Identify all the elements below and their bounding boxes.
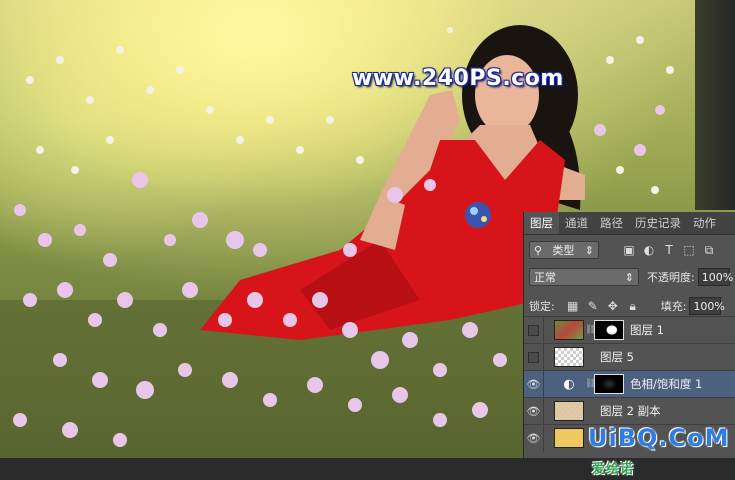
layer-filter-label: 类型	[552, 244, 575, 257]
visibility-toggle[interactable]: 👁︎	[524, 370, 544, 398]
layer-filter-select[interactable]: ⚲ 类型 ⇕	[529, 241, 599, 259]
blend-mode-select[interactable]: 正常 ⇕	[529, 268, 639, 286]
hue-saturation-adjustment-icon: ◐	[563, 376, 575, 392]
link-icon: ⛓	[585, 379, 597, 389]
blend-row: 正常 ⇕ 不透明度: 100%	[524, 267, 735, 287]
lock-label: 锁定:	[529, 300, 555, 313]
layers-panel: 图层 通道 路径 历史记录 动作 ⚲ 类型 ⇕ ▣ ◐ T ⬚ ⧉ 正常 ⇕ 不…	[523, 212, 735, 458]
layer-thumbnail	[554, 347, 584, 367]
lock-row: 锁定: ▦ ✎ ✥ 🔒︎ 填充: 100%	[524, 296, 735, 316]
visibility-toggle[interactable]: 👁︎	[524, 424, 544, 452]
lock-transparent-icon[interactable]: ▦	[565, 298, 581, 314]
visibility-toggle[interactable]	[524, 316, 544, 344]
updown-icon: ⇕	[584, 243, 594, 257]
eye-icon: 👁︎	[526, 431, 541, 445]
panel-tabs: 图层 通道 路径 历史记录 动作	[524, 212, 735, 235]
layer-row[interactable]: ⛓ 图层 1	[524, 316, 735, 344]
layer-thumbnail	[554, 320, 584, 340]
visibility-toggle[interactable]: 👁︎	[524, 397, 544, 425]
smart-object-filter-icon[interactable]: ⧉	[701, 242, 717, 258]
updown-icon: ⇕	[624, 270, 634, 284]
layer-row[interactable]: 图层 5	[524, 343, 735, 371]
opacity-label: 不透明度:	[647, 271, 695, 284]
lock-all-icon[interactable]: 🔒︎	[625, 298, 641, 314]
shape-filter-icon[interactable]: ⬚	[681, 242, 697, 258]
image-filter-icon[interactable]: ▣	[621, 242, 637, 258]
site-logo: UiBQ.CoM 爱绘诺	[588, 424, 735, 480]
site-logo-subtext: 爱绘诺	[592, 461, 635, 477]
visibility-toggle[interactable]	[524, 343, 544, 371]
layer-thumbnail	[554, 428, 584, 448]
tab-actions[interactable]: 动作	[687, 212, 722, 234]
layer-mask-thumbnail	[594, 320, 624, 340]
layer-thumbnail	[554, 401, 584, 421]
tab-channels[interactable]: 通道	[559, 212, 594, 234]
canvas-edge	[695, 0, 735, 210]
layer-name: 图层 2 副本	[600, 404, 661, 418]
hidden-box-icon	[528, 351, 539, 363]
opacity-input[interactable]: 100%	[697, 268, 733, 286]
type-filter-icon[interactable]: T	[661, 242, 677, 258]
search-icon: ⚲	[534, 243, 543, 257]
filter-row: ⚲ 类型 ⇕ ▣ ◐ T ⬚ ⧉	[524, 240, 735, 260]
link-icon: ⛓	[585, 325, 597, 335]
lock-paint-icon[interactable]: ✎	[585, 298, 601, 314]
fill-label: 填充:	[660, 300, 687, 313]
blend-mode-value: 正常	[534, 271, 556, 284]
eye-icon: 👁︎	[526, 377, 541, 391]
hidden-box-icon	[528, 324, 539, 336]
layer-mask-thumbnail	[594, 374, 624, 394]
layer-row[interactable]: 👁︎ 图层 2 副本	[524, 397, 735, 425]
eye-icon: 👁︎	[526, 404, 541, 418]
fill-input[interactable]: 100%	[689, 297, 725, 315]
tab-layers[interactable]: 图层	[524, 212, 559, 234]
adjustment-filter-icon[interactable]: ◐	[641, 242, 657, 258]
tab-paths[interactable]: 路径	[594, 212, 629, 234]
layer-name: 色相/饱和度 1	[630, 377, 703, 391]
tab-history[interactable]: 历史记录	[629, 212, 687, 234]
site-logo-text: UiBQ.CoM	[588, 424, 730, 452]
lock-move-icon[interactable]: ✥	[605, 298, 621, 314]
watermark-text: www.240PS.com	[352, 66, 564, 91]
layer-name: 图层 1	[630, 323, 664, 337]
layer-row[interactable]: 👁︎ ◐ ⛓ 色相/饱和度 1	[524, 370, 735, 398]
layer-name: 图层 5	[600, 350, 634, 364]
